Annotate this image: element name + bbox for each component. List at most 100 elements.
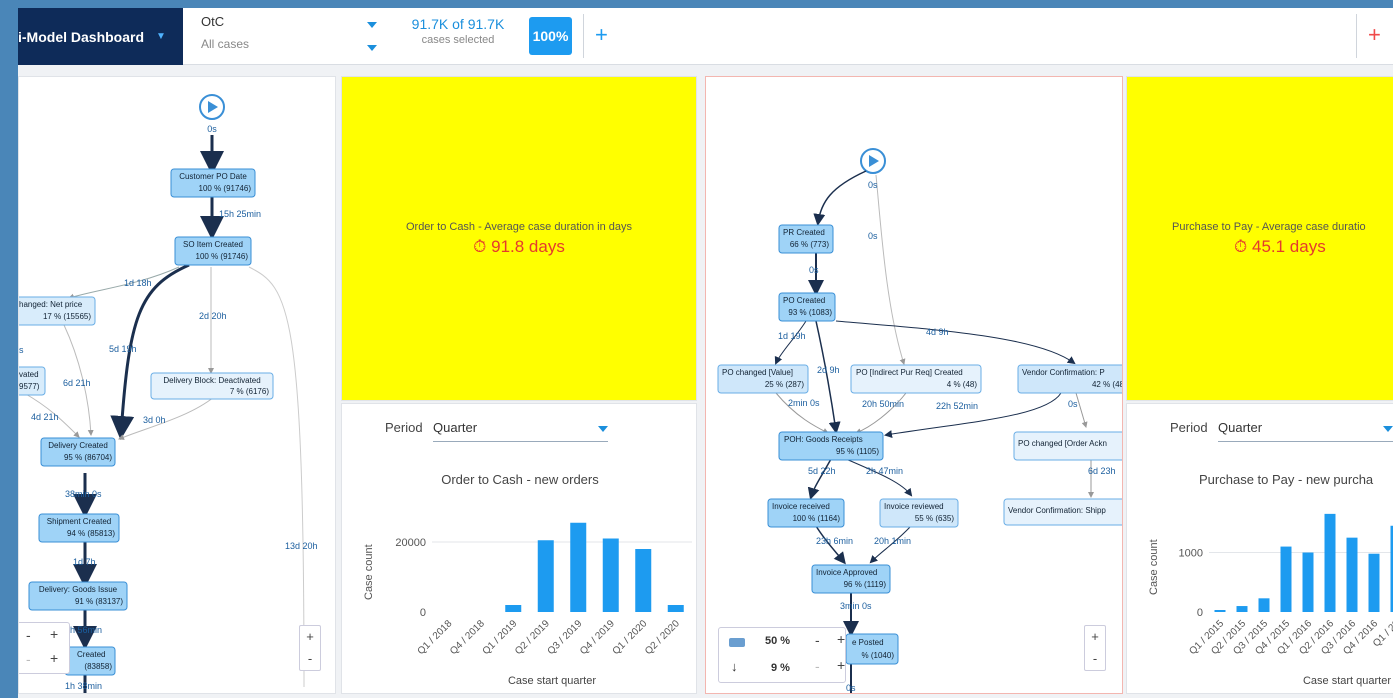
y-tick-label: 1000	[1179, 548, 1203, 560]
p2p-kpi-panel: Purchase to Pay - Average case duratio ⏱…	[1126, 76, 1393, 401]
svg-text:Shipment Created: Shipment Created	[47, 517, 111, 526]
cases-percent-badge[interactable]: 100%	[529, 17, 572, 55]
zoom-in-icon[interactable]: +	[300, 626, 320, 648]
chevron-down-icon[interactable]	[367, 22, 377, 28]
activity-node[interactable]: Vendor Confirmation: P 42 % (48	[1017, 364, 1123, 394]
y-tick-label: 20000	[395, 537, 426, 549]
activity-node[interactable]: Created (83858)	[64, 646, 116, 676]
y-tick-label: 0	[1197, 607, 1203, 619]
activity-node[interactable]: POH: Goods Receipts 95 % (1105)	[778, 431, 884, 461]
edge-label: 5d 22h	[808, 466, 836, 476]
zoom-out-icon[interactable]: -	[300, 648, 320, 670]
activity-node[interactable]: Delivery: Goods Issue 91 % (83137)	[28, 581, 128, 611]
zoom-out-icon[interactable]: -	[26, 651, 31, 667]
edge-label: 13d 20h	[285, 541, 318, 551]
svg-text:7 % (6176): 7 % (6176)	[230, 387, 269, 396]
activity-node[interactable]: Delivery Block: Deactivated 7 % (6176)	[150, 372, 274, 400]
svg-text:PR Created: PR Created	[783, 228, 825, 237]
svg-text:100 % (1164): 100 % (1164)	[793, 514, 841, 523]
edge-label: 3min 0s	[840, 601, 872, 611]
chart-bar	[1324, 513, 1336, 612]
edge-label: 0s	[1068, 399, 1078, 409]
p2p-process-map[interactable]: 0s 0s 0s 1d 19h 4d 9h 2d 9h 2min 0s 20h …	[706, 77, 1123, 694]
svg-text:Delivery: Goods Issue: Delivery: Goods Issue	[39, 585, 118, 594]
zoom-in-icon[interactable]: +	[837, 631, 845, 647]
cases-label: cases selected	[421, 34, 495, 46]
kpi-title: Order to Cash - Average case duration in…	[405, 220, 633, 233]
activity-node[interactable]: PO [Indirect Pur Req] Created 4 % (48)	[850, 364, 982, 394]
p2p-process-map-panel: 0s 0s 0s 1d 19h 4d 9h 2d 9h 2min 0s 20h …	[705, 76, 1123, 694]
edge-label: 0s	[207, 124, 217, 134]
chevron-down-icon[interactable]	[367, 45, 377, 51]
edge-label: 0s	[868, 180, 878, 190]
edge-label: 0s	[868, 231, 878, 241]
activity-node[interactable]: PO changed [Order Ackn	[1013, 431, 1123, 461]
zoom-in-icon[interactable]: +	[50, 650, 58, 666]
otc-bar-chart[interactable]: 020000Q1 / 2018Q4 / 2018Q1 / 2019Q2 / 20…	[342, 404, 697, 694]
edge-label: 5d 19h	[109, 344, 137, 354]
svg-text:PO changed [Order Ackn: PO changed [Order Ackn	[1018, 439, 1107, 448]
p2p-bar-chart[interactable]: 01000Q1 / 2015Q2 / 2015Q3 / 2015Q4 / 201…	[1127, 404, 1393, 694]
activity-node[interactable]: vated 9577)	[19, 366, 46, 396]
activity-node[interactable]: Vendor Confirmation: Shipp	[1003, 498, 1123, 526]
stopwatch-icon: ⏱	[473, 236, 487, 256]
kpi-value: ⏱ 91.8 days	[473, 236, 565, 256]
activity-node[interactable]: e Posted % (1040)	[845, 633, 899, 665]
edge-label: 2d 20h	[199, 311, 227, 321]
activity-node[interactable]: Shipment Created 94 % (85813)	[38, 513, 120, 543]
svg-text:(83858): (83858)	[84, 662, 112, 671]
svg-text:66 % (773): 66 % (773)	[790, 240, 829, 249]
paths-percent: 9 %	[771, 662, 790, 674]
cases-count: 91.7K of 91.7K	[411, 16, 505, 32]
svg-text:Customer PO Date: Customer PO Date	[179, 172, 247, 181]
activity-node[interactable]: hanged: Net price 17 % (15565)	[19, 296, 96, 326]
chart-bar	[505, 605, 522, 612]
zoom-out-icon[interactable]: -	[26, 627, 31, 643]
add-filter-button[interactable]: +	[595, 22, 608, 48]
activity-node[interactable]: Delivery Created 95 % (86704)	[40, 437, 116, 467]
chart-bar	[570, 522, 587, 612]
zoom-in-icon[interactable]: +	[837, 657, 845, 673]
activity-node[interactable]: Invoice reviewed 55 % (635)	[879, 498, 959, 528]
edge-label: 20h 50min	[862, 399, 904, 409]
model-selector[interactable]: OtC All cases	[183, 8, 386, 65]
otc-process-map[interactable]: 0s 15h 25min 1d 18h 2d 20h 5d 19h s 6d 2…	[19, 77, 336, 694]
edge-label: 1h 38min	[65, 681, 102, 691]
chart-bar	[1302, 552, 1314, 612]
svg-text:POH: Goods Receipts: POH: Goods Receipts	[784, 435, 863, 444]
activity-node[interactable]: PO Created 93 % (1083)	[778, 292, 836, 322]
map-slider-control: - + - +	[19, 622, 70, 674]
svg-text:Invoice received: Invoice received	[772, 502, 830, 511]
zoom-in-icon[interactable]: +	[50, 626, 58, 642]
chart-bar	[1236, 606, 1248, 612]
model-filter: All cases	[201, 37, 250, 51]
edge-label: 6d 23h	[1088, 466, 1116, 476]
activity-node[interactable]: Invoice Approved 96 % (1119)	[811, 564, 891, 594]
svg-text:Invoice Approved: Invoice Approved	[816, 568, 877, 577]
zoom-out-icon[interactable]: -	[1085, 648, 1105, 670]
zoom-control[interactable]: + -	[1084, 625, 1106, 671]
svg-text:Invoice reviewed: Invoice reviewed	[884, 502, 944, 511]
zoom-out-icon[interactable]: -	[815, 632, 820, 648]
otc-kpi-panel: Order to Cash - Average case duration in…	[341, 76, 697, 401]
edge-label: 2min 0s	[788, 398, 820, 408]
svg-text:93 % (1083): 93 % (1083)	[788, 308, 832, 317]
svg-text:PO Created: PO Created	[783, 296, 825, 305]
zoom-out-icon[interactable]: -	[815, 658, 820, 674]
add-red-button[interactable]: +	[1368, 22, 1381, 48]
stopwatch-icon: ⏱	[1234, 236, 1248, 256]
activity-node[interactable]: PR Created 66 % (773)	[778, 224, 834, 254]
zoom-in-icon[interactable]: +	[1085, 626, 1105, 648]
otc-process-map-panel: 0s 15h 25min 1d 18h 2d 20h 5d 19h s 6d 2…	[18, 76, 336, 694]
dashboard-selector[interactable]: i-Model Dashboard ▼	[18, 8, 183, 65]
svg-text:Vendor Confirmation: Shipp: Vendor Confirmation: Shipp	[1008, 506, 1106, 515]
edge-label: 20h 1min	[874, 536, 911, 546]
activity-node[interactable]: Invoice received 100 % (1164)	[767, 498, 845, 528]
activity-node[interactable]: Customer PO Date 100 % (91746)	[170, 168, 256, 198]
svg-text:96 % (1119): 96 % (1119)	[844, 580, 887, 589]
edge-label: s	[19, 345, 24, 355]
activity-node[interactable]: PO changed [Value] 25 % (287)	[717, 364, 809, 394]
activity-node[interactable]: SO Item Created 100 % (91746)	[174, 236, 252, 266]
svg-text:17 % (15565): 17 % (15565)	[43, 312, 91, 321]
zoom-control[interactable]: + -	[299, 625, 321, 671]
